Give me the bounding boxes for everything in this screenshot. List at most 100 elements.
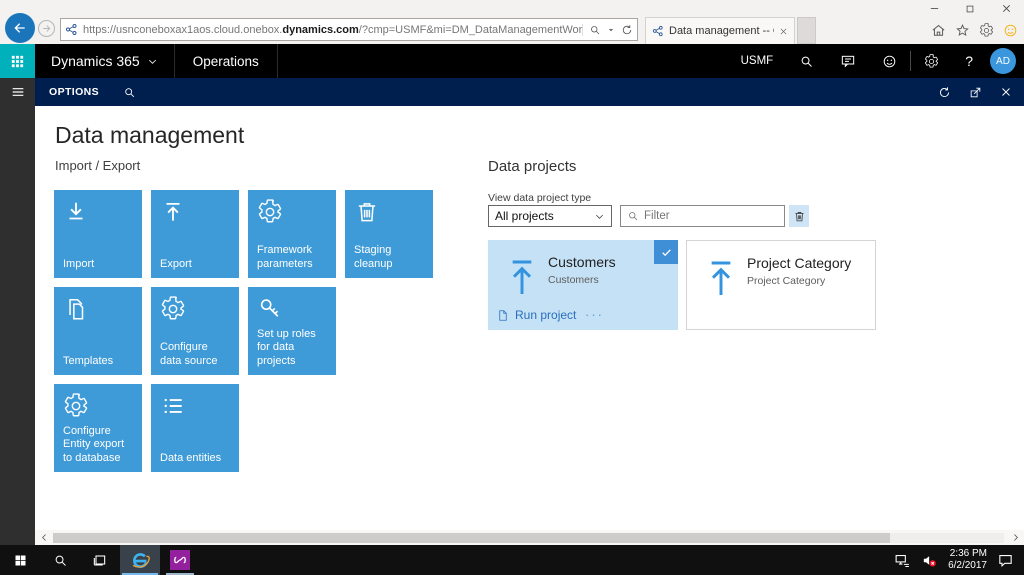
screen: https://usnconeboxax1aos.cloud.onebox.dy… bbox=[0, 0, 1024, 575]
delete-project-button[interactable] bbox=[789, 205, 809, 227]
tile-grid: Import Export Framework parameters Stagi… bbox=[54, 190, 433, 472]
feedback-icon[interactable] bbox=[869, 44, 910, 78]
chevron-down-icon bbox=[147, 56, 158, 67]
volume-muted-icon[interactable] bbox=[921, 552, 938, 569]
network-icon[interactable] bbox=[894, 552, 911, 569]
clock-date: 6/2/2017 bbox=[948, 560, 987, 571]
tile-data-entities[interactable]: Data entities bbox=[151, 384, 239, 472]
tile-configure-data-source[interactable]: Configure data source bbox=[151, 287, 239, 375]
project-card-project-category[interactable]: Project Category Project Category bbox=[686, 240, 876, 330]
options-tab[interactable]: OPTIONS bbox=[49, 86, 99, 98]
address-caret-icon[interactable] bbox=[606, 25, 616, 35]
tab-favicon bbox=[652, 25, 664, 37]
action-search-icon[interactable] bbox=[123, 86, 136, 99]
browser-back-button[interactable] bbox=[5, 13, 35, 43]
project-type-dropdown[interactable]: All projects bbox=[488, 205, 612, 227]
brand-menu[interactable]: Dynamics 365 bbox=[35, 44, 175, 78]
company-picker[interactable]: USMF bbox=[728, 44, 787, 78]
document-icon bbox=[497, 309, 509, 322]
app-launcher-button[interactable] bbox=[0, 44, 35, 78]
address-search-icon[interactable] bbox=[589, 24, 601, 36]
brand-label: Dynamics 365 bbox=[51, 53, 140, 69]
window-controls bbox=[916, 0, 1024, 17]
close-window-button[interactable] bbox=[988, 0, 1024, 17]
help-button[interactable]: ? bbox=[952, 44, 986, 78]
workspace-content: Data management Import / Export Import E… bbox=[35, 106, 1024, 530]
taskbar-clock[interactable]: 2:36 PM 6/2/2017 bbox=[948, 548, 987, 573]
project-type-label: View data project type bbox=[488, 192, 592, 204]
taskbar-visual-studio-button[interactable] bbox=[160, 545, 200, 575]
browser-settings-gear-icon[interactable] bbox=[979, 23, 994, 38]
search-icon bbox=[627, 210, 639, 222]
chevron-down-icon bbox=[594, 211, 605, 222]
scroll-right-icon[interactable] bbox=[1006, 533, 1024, 542]
refresh-page-icon[interactable] bbox=[621, 24, 633, 36]
tile-setup-roles[interactable]: Set up roles for data projects bbox=[248, 287, 336, 375]
more-options-ellipsis[interactable]: ··· bbox=[585, 307, 604, 322]
hamburger-menu-icon[interactable] bbox=[0, 78, 35, 106]
tile-import[interactable]: Import bbox=[54, 190, 142, 278]
tile-export[interactable]: Export bbox=[151, 190, 239, 278]
home-icon[interactable] bbox=[931, 23, 946, 38]
import-arrow-icon bbox=[63, 199, 134, 225]
export-arrow-icon bbox=[705, 259, 737, 299]
project-type-value: All projects bbox=[495, 209, 554, 223]
browser-tab[interactable]: Data management -- Opera... bbox=[645, 17, 795, 44]
app-name: Operations bbox=[175, 44, 278, 78]
action-center-icon[interactable] bbox=[997, 552, 1014, 569]
new-tab-button[interactable] bbox=[797, 17, 816, 44]
action-pane: OPTIONS bbox=[35, 78, 1024, 106]
user-avatar[interactable]: AD bbox=[990, 48, 1016, 74]
taskbar-ie-button[interactable] bbox=[120, 545, 160, 575]
data-projects-title: Data projects bbox=[488, 158, 577, 175]
list-icon bbox=[160, 393, 231, 419]
project-filter-input[interactable] bbox=[644, 210, 798, 222]
page-title: Data management bbox=[55, 122, 245, 148]
start-button[interactable] bbox=[0, 545, 40, 575]
export-arrow-icon bbox=[160, 199, 231, 225]
project-filter-box[interactable] bbox=[620, 205, 798, 227]
card-subtitle: Project Category bbox=[747, 275, 826, 287]
nav-side-strip bbox=[0, 78, 35, 545]
tile-templates[interactable]: Templates bbox=[54, 287, 142, 375]
favorites-star-icon[interactable] bbox=[955, 23, 970, 38]
refresh-icon[interactable] bbox=[938, 86, 951, 99]
nav-search-icon[interactable] bbox=[786, 44, 827, 78]
tile-staging-cleanup[interactable]: Staging cleanup bbox=[345, 190, 433, 278]
gear-icon bbox=[160, 296, 231, 322]
minimize-button[interactable] bbox=[916, 0, 952, 17]
tile-framework-parameters[interactable]: Framework parameters bbox=[248, 190, 336, 278]
horizontal-scrollbar bbox=[35, 530, 1024, 545]
tab-close-icon[interactable] bbox=[779, 27, 788, 36]
run-project-link[interactable]: Run project bbox=[497, 308, 576, 322]
taskbar-search-icon[interactable] bbox=[40, 545, 80, 575]
scrollbar-thumb[interactable] bbox=[53, 532, 890, 543]
tile-configure-entity-export[interactable]: Configure Entity export to database bbox=[54, 384, 142, 472]
tab-title: Data management -- Opera... bbox=[669, 25, 774, 37]
gear-icon bbox=[63, 393, 134, 419]
message-center-icon[interactable] bbox=[827, 44, 869, 78]
selected-check-icon[interactable] bbox=[654, 240, 678, 264]
card-title: Customers bbox=[548, 254, 616, 270]
open-in-new-window-icon[interactable] bbox=[969, 86, 982, 99]
export-arrow-icon bbox=[506, 258, 538, 298]
url-text[interactable]: https://usnconeboxax1aos.cloud.onebox.dy… bbox=[83, 24, 582, 36]
gear-icon bbox=[257, 199, 328, 225]
task-view-icon[interactable] bbox=[80, 545, 120, 575]
scrollbar-track[interactable] bbox=[53, 532, 1004, 543]
site-icon bbox=[65, 23, 78, 36]
close-page-icon[interactable] bbox=[1000, 86, 1012, 98]
feedback-smiley-icon[interactable] bbox=[1003, 23, 1018, 38]
clock-time: 2:36 PM bbox=[949, 547, 987, 559]
browser-forward-button[interactable] bbox=[38, 20, 55, 37]
visual-studio-icon bbox=[170, 550, 190, 570]
project-card-customers[interactable]: Customers Customers Run project ··· bbox=[488, 240, 678, 330]
key-icon bbox=[257, 296, 328, 322]
d365-navbar: Dynamics 365 Operations USMF ? AD bbox=[0, 44, 1024, 78]
maximize-button[interactable] bbox=[952, 0, 988, 17]
project-card-list: Customers Customers Run project ··· Proj… bbox=[488, 240, 876, 330]
address-bar[interactable]: https://usnconeboxax1aos.cloud.onebox.dy… bbox=[60, 18, 638, 41]
settings-gear-icon[interactable] bbox=[911, 44, 952, 78]
scroll-left-icon[interactable] bbox=[35, 533, 53, 542]
system-tray: 2:36 PM 6/2/2017 bbox=[894, 545, 1024, 575]
